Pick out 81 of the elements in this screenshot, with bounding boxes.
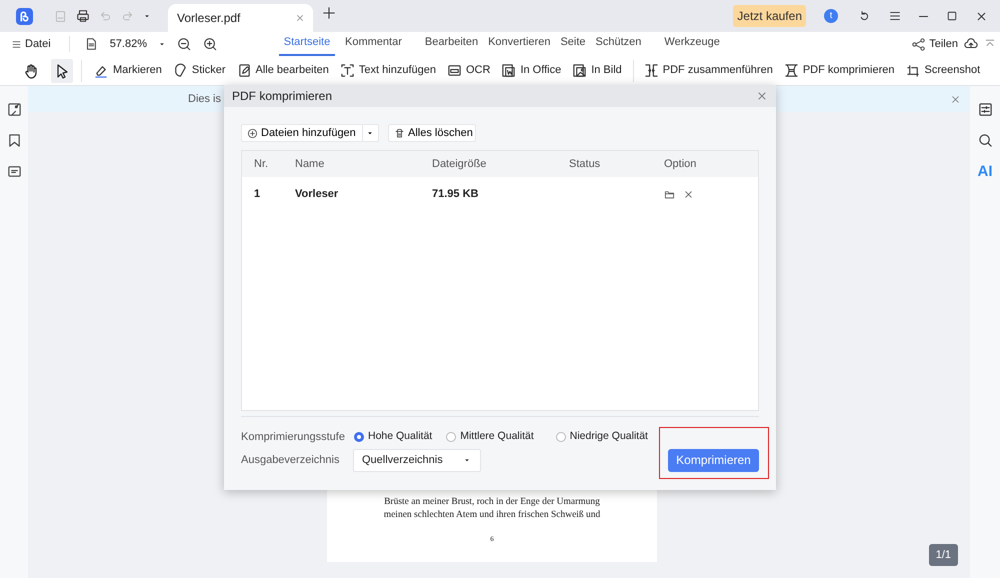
app-logo-icon[interactable] [16,8,33,24]
column-header: Name [295,156,326,172]
text-line: Brüste an meiner Brust, roch in der Enge der Umarmung [384,496,600,508]
close-tab-icon[interactable] [295,13,305,23]
banner-text: Dies is [188,92,222,107]
toolbar-button[interactable]: Sticker [172,60,226,81]
compress-icon [784,63,799,78]
ribbon-tab[interactable]: Kommentar [345,30,402,56]
highlighter-icon [94,63,109,78]
menu-icon[interactable] [888,9,902,23]
word-document-icon [501,63,516,78]
field-label: Komprimierungsstufe [241,430,346,445]
merge-icon [644,63,659,78]
share-icon [912,38,926,50]
output-select[interactable]: Quellverzeichnis [353,448,481,472]
toolbar-button[interactable]: PDF komprimieren [784,60,895,81]
remove-icon[interactable] [683,188,694,200]
refresh-icon[interactable] [858,10,871,22]
ribbon-tab[interactable]: Bearbeiten [424,30,478,56]
column-header: Status [569,156,602,172]
buy-now-button[interactable]: Jetzt kaufen [733,5,806,27]
toolbar-button[interactable]: Text hinzufügen [340,60,436,81]
crop-icon [906,63,921,78]
menu-icon [11,38,22,50]
close-icon[interactable] [975,10,988,22]
toolbar-button[interactable]: In Bild [572,60,622,81]
ocr-icon [446,63,462,78]
column-header: Nr. [253,156,270,172]
tab-title: Vorleser.pdf [177,10,240,27]
text-box-icon [340,63,355,78]
share-button[interactable]: Teilen [912,34,958,54]
ribbon-tab[interactable]: Werkzeuge [664,30,720,56]
properties-icon[interactable] [978,102,992,117]
cloud-upload-icon[interactable] [964,37,978,51]
add-icon [247,128,258,138]
table-cell: 71.95 KB [432,188,478,200]
field-label: Ausgabeverzeichnis [241,452,340,468]
print-icon[interactable] [76,9,90,23]
zoom-level[interactable]: 57.82% [110,36,147,52]
toolbar-button[interactable]: Screenshot [906,60,980,81]
select-tool-button[interactable] [51,58,73,82]
radio-option[interactable]: Mittlere Qualität [446,429,534,446]
close-banner-icon[interactable] [950,94,961,104]
zoom-out-icon[interactable] [177,37,191,51]
add-files-button[interactable]: Dateien hinzufügen [241,124,363,142]
thumbnail-icon[interactable] [6,102,22,117]
toolbar-button[interactable]: In Office [501,60,562,81]
dialog-title: PDF komprimieren [232,88,332,105]
close-dialog-icon[interactable] [756,90,768,102]
ribbon-tab[interactable]: Konvertieren [488,30,550,56]
search-icon[interactable] [978,133,992,148]
hand-tool-icon [23,62,39,78]
table-cell: Vorleser [295,188,338,200]
radio-option[interactable]: Niedrige Qualität [556,429,648,446]
trash-icon [394,128,405,138]
zoom-in-icon[interactable] [203,37,217,51]
file-menu-button[interactable]: Datei [11,34,51,54]
comment-icon[interactable] [6,164,22,179]
sticker-icon [172,63,188,78]
new-tab-icon[interactable] [322,6,336,20]
document-tab[interactable]: Vorleser.pdf [168,4,313,32]
ribbon-tab[interactable]: Schützen [596,30,642,56]
compress-button[interactable]: Komprimieren [668,448,759,472]
page-counter: 1/1 [928,544,958,566]
toolbar-button[interactable]: OCR [446,60,490,81]
image-document-icon [572,63,588,78]
toolbar-button[interactable]: Markieren [94,60,162,81]
bookmark-icon[interactable] [6,133,22,148]
ribbon-tab[interactable]: Seite [560,30,586,56]
radio-option[interactable]: Hohe Qualität [354,429,432,446]
column-header: Dateigröße [432,156,488,172]
toolbar-button[interactable]: Alle bearbeiten [236,60,329,81]
edit-document-icon [236,63,252,78]
text-line: meinen schlechten Atem und ihren frischen Schweiß und [384,508,600,522]
maximize-icon[interactable] [946,10,958,22]
toolbar-button[interactable]: PDF zusammenführen [644,60,773,81]
user-avatar[interactable]: t [824,9,838,23]
table-cell: 1 [254,188,260,200]
folder-icon[interactable] [664,188,675,200]
column-header: Option [664,156,698,172]
clear-all-button[interactable]: Alles löschen [388,124,476,142]
